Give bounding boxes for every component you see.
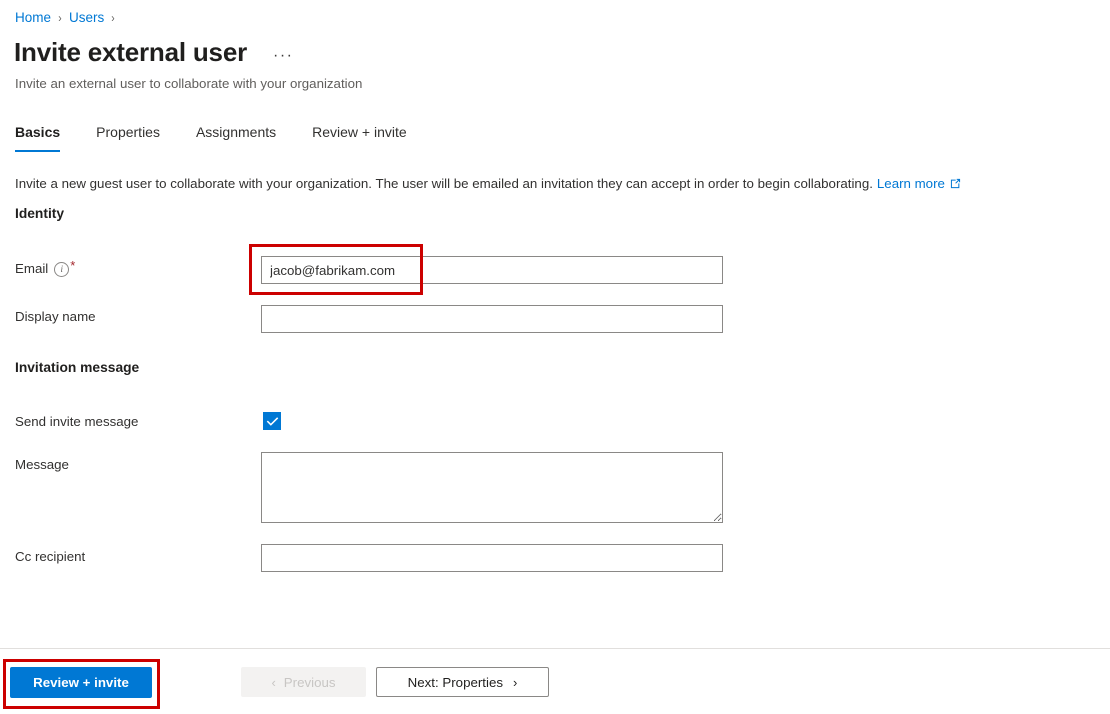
more-options-icon[interactable]: ··· — [273, 48, 293, 64]
breadcrumb-chevron-icon: › — [58, 11, 62, 25]
display-name-label: Display name — [15, 309, 96, 324]
section-heading-invitation-message: Invitation message — [15, 360, 140, 375]
required-asterisk: * — [70, 258, 76, 273]
tab-review-invite[interactable]: Review + invite — [312, 122, 407, 152]
breadcrumb-item-home[interactable]: Home — [15, 9, 51, 27]
breadcrumb: Home › Users › — [15, 9, 122, 27]
wizard-tabs: Basics Properties Assignments Review + i… — [15, 122, 443, 152]
email-input[interactable] — [261, 256, 723, 284]
form-description-text: Invite a new guest user to collaborate w… — [15, 176, 873, 191]
email-label-text: Email — [15, 261, 49, 276]
cc-recipient-label: Cc recipient — [15, 549, 86, 564]
page-subtitle: Invite an external user to collaborate w… — [15, 76, 363, 91]
learn-more-link[interactable]: Learn more — [877, 176, 945, 191]
page-title: Invite external user — [14, 37, 247, 67]
next-properties-button[interactable]: Next: Properties › — [376, 667, 549, 697]
section-heading-identity: Identity — [15, 206, 65, 221]
checkmark-icon — [266, 416, 278, 426]
review-invite-button[interactable]: Review + invite — [10, 667, 152, 698]
cc-recipient-input[interactable] — [261, 544, 723, 572]
send-invite-message-checkbox[interactable] — [263, 412, 281, 430]
tab-assignments[interactable]: Assignments — [196, 122, 276, 152]
chevron-right-icon: › — [513, 674, 518, 690]
breadcrumb-chevron-icon: › — [111, 11, 115, 25]
display-name-input[interactable] — [261, 305, 723, 333]
previous-button[interactable]: ‹ Previous — [241, 667, 366, 697]
info-icon[interactable]: i — [54, 261, 70, 277]
form-description: Invite a new guest user to collaborate w… — [15, 175, 961, 194]
email-label: Email i * — [15, 258, 76, 278]
message-textarea[interactable] — [261, 452, 723, 523]
tab-properties[interactable]: Properties — [96, 122, 160, 152]
tab-basics[interactable]: Basics — [15, 122, 61, 152]
page-title-row: Invite external user ··· — [14, 36, 293, 68]
message-label: Message — [15, 457, 69, 472]
external-link-icon — [950, 176, 961, 194]
previous-button-label: Previous — [283, 674, 336, 690]
chevron-left-icon: ‹ — [271, 674, 276, 690]
footer-divider — [0, 648, 1110, 649]
next-button-label: Next: Properties — [407, 674, 503, 690]
send-invite-message-label: Send invite message — [15, 414, 139, 429]
breadcrumb-item-users[interactable]: Users — [69, 9, 104, 27]
